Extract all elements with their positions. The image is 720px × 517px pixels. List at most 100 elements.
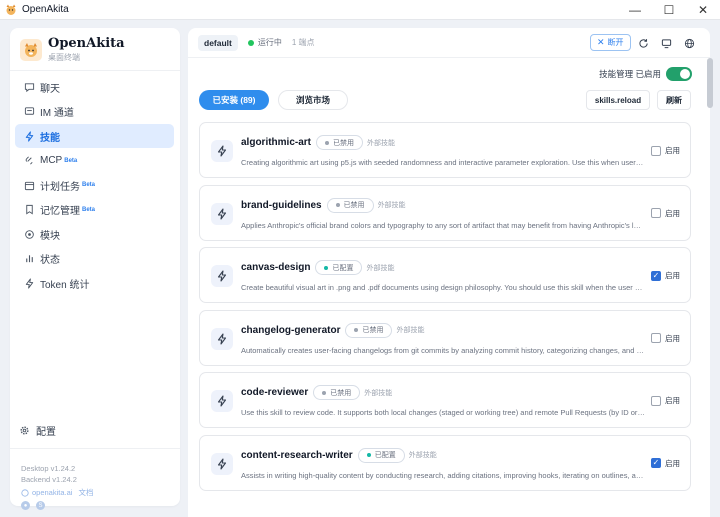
skill-status-badge: 已配置 (315, 260, 363, 275)
sidebar-item-scheduled-tasks[interactable]: 计划任务 Beta (15, 173, 174, 197)
sidebar-item-label: 记忆管理 (40, 206, 80, 217)
skills-reload-button[interactable]: skills.reload (586, 90, 650, 110)
minimize-icon: — (629, 3, 641, 17)
refresh-button[interactable]: 刷新 (657, 90, 691, 110)
website-link[interactable]: openakita.ai (32, 488, 72, 497)
skills-icon (23, 130, 35, 142)
skill-management-toggle-row: 技能管理 已启用 (599, 67, 692, 81)
skill-card: algorithmic-art 已禁用 外部技能 Creating algori… (199, 122, 691, 178)
monitor-icon[interactable] (657, 34, 675, 52)
globe-icon[interactable] (680, 34, 698, 52)
disconnect-label: 断开 (607, 38, 624, 47)
skill-type: 外部技能 (367, 139, 396, 147)
top-bar: default 运行中 1 端点 ✕ 断开 (188, 28, 710, 58)
enable-label: 启用 (665, 396, 680, 405)
skill-status-badge: 已禁用 (313, 385, 361, 400)
skill-enable-checkbox[interactable]: 启用 (651, 145, 680, 156)
globe-icon (21, 488, 29, 497)
divider (10, 448, 180, 449)
gear-icon (18, 424, 30, 436)
workspace-badge[interactable]: default (198, 34, 238, 51)
backend-version: Backend v1.24.2 (21, 475, 77, 484)
sidebar-item-modules[interactable]: 模块 (15, 222, 174, 246)
github-icon[interactable]: ● (21, 501, 30, 510)
title-bar: OpenAkita — ☐ ✕ (0, 0, 720, 20)
skill-card: brand-guidelines 已禁用 外部技能 Applies Anthro… (199, 184, 691, 241)
status-dot (366, 453, 371, 457)
endpoint-count: 1 端点 (291, 38, 315, 47)
status-dot (335, 203, 340, 207)
tab-installed[interactable]: 已安装 (89) (199, 90, 269, 110)
skills-list: algorithmic-art 已禁用 外部技能 Creating algori… (199, 122, 691, 497)
skill-status-label: 已禁用 (333, 139, 355, 147)
skill-description: Assists in writing high-quality content … (241, 470, 645, 480)
sidebar-item-label: MCP (40, 155, 63, 166)
skill-enable-checkbox[interactable]: ✓ 启用 (651, 270, 680, 281)
skill-enable-checkbox[interactable]: 启用 (651, 333, 680, 344)
skill-description: Create beautiful visual art in .png and … (241, 283, 645, 292)
skill-description: Automatically creates user-facing change… (241, 345, 645, 355)
beta-badge: Beta (82, 206, 96, 213)
close-icon: ✕ (597, 37, 605, 47)
skill-card: canvas-design 已配置 外部技能 Create beautiful … (199, 247, 691, 303)
status-dot (354, 328, 359, 332)
sidebar-item-memory[interactable]: 记忆管理 Beta (15, 198, 174, 222)
sidebar-item-token-stats[interactable]: Token 统计 (15, 271, 174, 295)
skill-status-label: 已禁用 (362, 327, 384, 334)
memory-icon (23, 204, 35, 216)
app-logo-icon (4, 3, 18, 17)
scrollbar-thumb[interactable] (707, 58, 713, 108)
skill-enable-checkbox[interactable]: 启用 (651, 395, 680, 406)
disconnect-button[interactable]: ✕ 断开 (590, 34, 631, 51)
skill-status-label: 已禁用 (330, 389, 352, 397)
skill-name: content-research-writer (241, 449, 353, 461)
skill-icon (211, 390, 233, 412)
window-title: OpenAkita (22, 4, 69, 15)
community-icon[interactable]: S (36, 501, 45, 510)
skill-card: code-reviewer 已禁用 外部技能 Use this skill to… (199, 372, 691, 428)
sidebar-item-chat[interactable]: 聊天 (15, 75, 174, 99)
tab-browse-market[interactable]: 浏览市场 (278, 90, 348, 110)
status-dot (324, 265, 329, 270)
token-icon (23, 277, 35, 289)
minimize-button[interactable]: — (618, 0, 652, 20)
skill-description: Use this skill to review code. It suppor… (241, 408, 645, 417)
sidebar-item-mcp[interactable]: MCP Beta (15, 149, 174, 173)
skill-status-badge: 已禁用 (316, 135, 364, 150)
run-status: 运行中 (247, 37, 282, 48)
refresh-icon[interactable] (634, 34, 652, 52)
skill-management-toggle[interactable] (666, 67, 692, 81)
checkmark-icon: ✓ (651, 458, 661, 468)
enable-label: 启用 (665, 271, 680, 280)
docs-link[interactable]: 文档 (78, 487, 93, 498)
sidebar-nav: 聊天 IM 通道 技能 MCP Beta 计划任务 Beta 记忆管理 Beta 模块 (15, 75, 174, 296)
sidebar-item-label: 模块 (40, 230, 60, 242)
desktop-version: Desktop v1.24.2 (21, 464, 76, 473)
run-status-label: 运行中 (257, 38, 282, 47)
skill-icon (211, 140, 233, 162)
sidebar-item-status[interactable]: 状态 (15, 247, 174, 271)
sidebar-item-label: 计划任务 (40, 181, 80, 193)
skill-status-label: 已配置 (332, 264, 354, 272)
skill-card: changelog-generator 已禁用 外部技能 Automatical… (199, 309, 691, 366)
maximize-button[interactable]: ☐ (652, 0, 686, 20)
skill-icon (211, 265, 233, 287)
sidebar-item-im-channel[interactable]: IM 通道 (15, 100, 174, 124)
skill-enable-checkbox[interactable]: ✓ 启用 (651, 458, 680, 469)
skill-enable-checkbox[interactable]: 启用 (651, 208, 680, 219)
sidebar-item-settings[interactable]: 配置 (10, 418, 180, 442)
skill-status-badge: 已配置 (357, 447, 405, 463)
status-dot (325, 140, 330, 145)
sidebar-item-skills[interactable]: 技能 (15, 124, 174, 148)
skill-type: 外部技能 (408, 452, 437, 459)
calendar-icon (23, 179, 35, 191)
sidebar-item-label: IM 通道 (40, 108, 74, 119)
sidebar: OpenAkita 桌面终端 聊天 IM 通道 技能 MCP Beta 计划任务 B… (10, 28, 180, 510)
skill-status-label: 已配置 (374, 452, 396, 459)
close-window-button[interactable]: ✕ (686, 0, 720, 20)
skill-name: changelog-generator (241, 324, 341, 336)
status-dot (247, 39, 254, 46)
skill-card: content-research-writer 已配置 外部技能 Assists… (199, 434, 691, 491)
sidebar-item-label: 技能 (40, 132, 60, 144)
maximize-icon: ☐ (663, 3, 675, 17)
